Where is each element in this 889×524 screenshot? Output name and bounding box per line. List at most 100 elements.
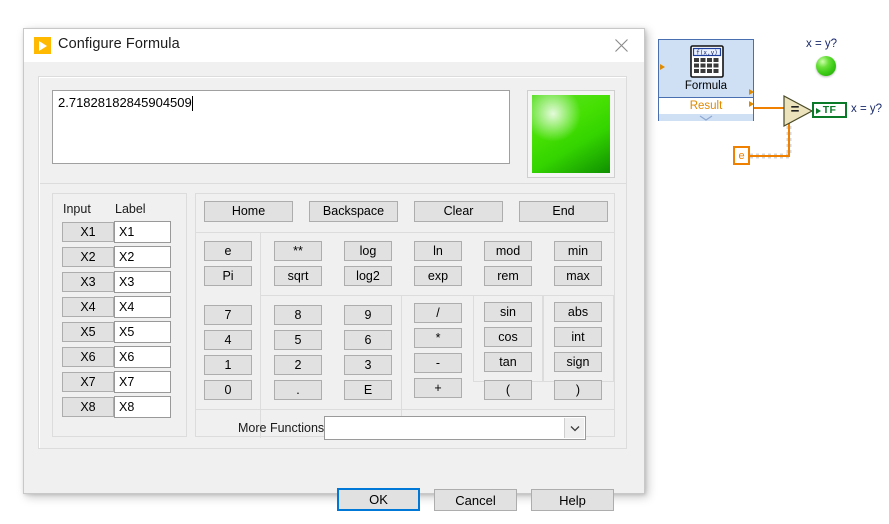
constants-divider [260, 232, 261, 438]
formula-node-result-terminal [749, 101, 754, 107]
input-label-field-x3[interactable]: X3 [114, 271, 171, 293]
column-header-input: Input [63, 202, 91, 216]
power-button[interactable]: ** [274, 241, 322, 261]
input-label-field-x8[interactable]: X8 [114, 396, 171, 418]
open-paren-button[interactable]: ( [484, 380, 532, 400]
labview-run-icon [34, 37, 51, 54]
key-3[interactable]: 3 [344, 355, 392, 375]
abs-button[interactable]: abs [554, 302, 602, 322]
backspace-button[interactable]: Backspace [309, 201, 398, 222]
sign-button[interactable]: sign [554, 352, 602, 372]
wire-selection-marquee [750, 119, 792, 159]
more-functions-select[interactable] [324, 416, 586, 440]
wire-e-to-compare [750, 119, 790, 157]
chevron-down-icon[interactable] [564, 418, 584, 438]
svg-text:f(x,y): f(x,y) [696, 50, 718, 57]
key-decimal[interactable]: . [274, 380, 322, 400]
input-button-x4[interactable]: X4 [62, 297, 114, 317]
e-constant-node[interactable]: e [733, 146, 750, 165]
mod-button[interactable]: mod [484, 241, 532, 261]
sin-button[interactable]: sin [484, 302, 532, 322]
sqrt-button[interactable]: sqrt [274, 266, 322, 286]
input-label-field-x4[interactable]: X4 [114, 296, 171, 318]
formula-editor-panel: 2.71828182845904509 Input Label X1 X1 X2 [38, 76, 627, 449]
input-button-x6[interactable]: X6 [62, 347, 114, 367]
int-button[interactable]: int [554, 327, 602, 347]
key-exponent[interactable]: E [344, 380, 392, 400]
configure-formula-dialog: Configure Formula 2.71828182845904509 In… [23, 28, 645, 511]
input-label-field-x6[interactable]: X6 [114, 346, 171, 368]
max-button[interactable]: max [554, 266, 602, 286]
end-button[interactable]: End [519, 201, 608, 222]
close-icon[interactable] [600, 29, 644, 60]
inputs-group: Input Label X1 X1 X2 X2 X3 X3 X4 X4 X5 X… [52, 193, 187, 437]
key-0[interactable]: 0 [204, 380, 252, 400]
tan-button[interactable]: tan [484, 352, 532, 372]
constant-e-button[interactable]: e [204, 241, 252, 261]
close-paren-button[interactable]: ) [554, 380, 602, 400]
exp-button[interactable]: exp [414, 266, 462, 286]
home-button[interactable]: Home [204, 201, 293, 222]
led-label: x = y? [806, 38, 838, 50]
formula-node-title: Formula [684, 80, 728, 92]
dialog-titlebar: Configure Formula [24, 29, 644, 62]
input-button-x8[interactable]: X8 [62, 397, 114, 417]
key-4[interactable]: 4 [204, 330, 252, 350]
multiply-button[interactable]: * [414, 328, 462, 348]
key-5[interactable]: 5 [274, 330, 322, 350]
validity-swatch [532, 95, 610, 173]
rem-button[interactable]: rem [484, 266, 532, 286]
input-button-x3[interactable]: X3 [62, 272, 114, 292]
boolean-led-indicator[interactable] [816, 56, 836, 76]
input-button-x1[interactable]: X1 [62, 222, 114, 242]
input-label-field-x7[interactable]: X7 [114, 371, 171, 393]
cos-button[interactable]: cos [484, 327, 532, 347]
text-caret [191, 96, 194, 111]
divide-button[interactable]: / [414, 303, 462, 323]
dialog-title: Configure Formula [58, 36, 180, 52]
log2-button[interactable]: log2 [344, 266, 392, 286]
key-1[interactable]: 1 [204, 355, 252, 375]
tf-indicator-caption: x = y? [851, 103, 883, 115]
formula-input[interactable]: 2.71828182845904509 [52, 90, 510, 164]
dialog-body: 2.71828182845904509 Input Label X1 X1 X2 [24, 62, 644, 511]
ok-button[interactable]: OK [337, 488, 420, 511]
calculator-icon: f(x,y) [690, 45, 724, 78]
input-button-x5[interactable]: X5 [62, 322, 114, 342]
panel-divider [40, 183, 627, 184]
log-button[interactable]: log [344, 241, 392, 261]
cancel-button[interactable]: Cancel [434, 489, 517, 511]
key-8[interactable]: 8 [274, 305, 322, 325]
equal-comparison-node [783, 94, 814, 128]
tf-input-terminal-icon [816, 108, 821, 114]
formula-validity-indicator [527, 90, 615, 178]
constant-pi-button[interactable]: Pi [204, 266, 252, 286]
input-label-field-x1[interactable]: X1 [114, 221, 171, 243]
key-6[interactable]: 6 [344, 330, 392, 350]
boolean-tf-indicator[interactable]: TF [812, 102, 847, 118]
input-label-field-x2[interactable]: X2 [114, 246, 171, 268]
formula-node-input-terminal [660, 64, 665, 70]
formula-node[interactable]: f(x,y) Formula Result [658, 39, 754, 121]
formula-node-body: f(x,y) Formula [659, 40, 753, 97]
ln-button[interactable]: ln [414, 241, 462, 261]
minus-button[interactable]: - [414, 353, 462, 373]
screen: = f(x,y) Formula Result x = y? TF x = y?… [0, 0, 889, 524]
key-2[interactable]: 2 [274, 355, 322, 375]
min-button[interactable]: min [554, 241, 602, 261]
equal-operator-glyph: = [790, 101, 800, 118]
column-header-label: Label [115, 202, 146, 216]
formula-node-result-output[interactable]: Result [659, 97, 753, 115]
key-9[interactable]: 9 [344, 305, 392, 325]
key-7[interactable]: 7 [204, 305, 252, 325]
functions-divider-bottom [196, 409, 614, 410]
input-button-x7[interactable]: X7 [62, 372, 114, 392]
plus-button[interactable]: + [414, 378, 462, 398]
input-button-x2[interactable]: X2 [62, 247, 114, 267]
help-button[interactable]: Help [531, 489, 614, 511]
clear-button[interactable]: Clear [414, 201, 503, 222]
input-label-field-x5[interactable]: X5 [114, 321, 171, 343]
formula-input-value: 2.71828182845904509 [58, 95, 192, 110]
formula-node-expand-handle[interactable] [659, 114, 753, 121]
tf-indicator-text: TF [822, 104, 837, 116]
